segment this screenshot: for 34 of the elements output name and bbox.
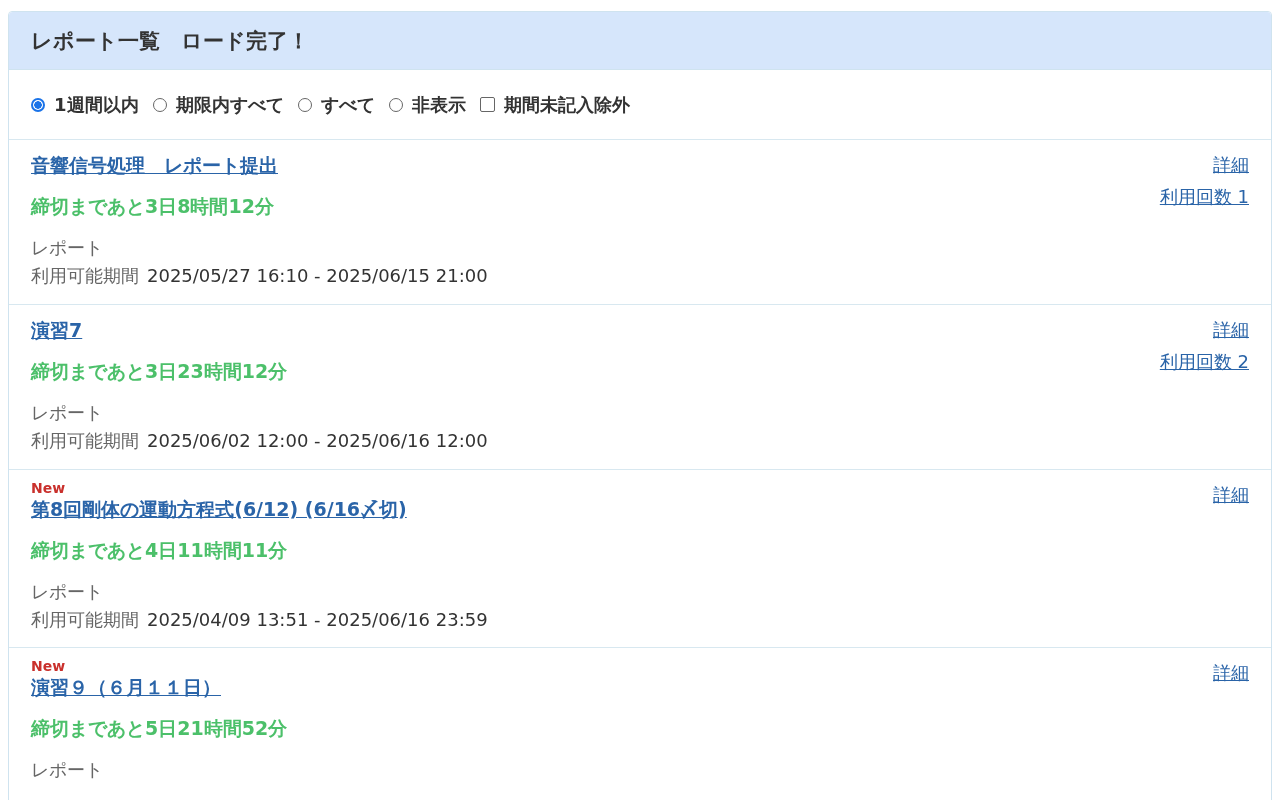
deadline-countdown: 締切まであと3日8時間12分 (31, 194, 274, 218)
filter-label[interactable]: 期間未記入除外 (503, 92, 630, 117)
panel-title: レポート一覧 ロード完了！ (31, 27, 309, 55)
report-type: レポート (31, 758, 103, 782)
detail-link[interactable]: 詳細 (1213, 152, 1249, 178)
deadline-countdown: 締切まであと3日23時間12分 (31, 359, 288, 383)
filter-label[interactable]: 1週間以内 (54, 92, 139, 117)
new-label: New (31, 658, 66, 674)
filter-label[interactable]: すべて (320, 92, 375, 117)
radio-button[interactable] (31, 97, 45, 112)
report-type: レポート (31, 236, 103, 260)
usage-count-link[interactable]: 利用回数 2 (1159, 349, 1249, 375)
report-title-link[interactable]: 第8回剛体の運動方程式(6/12) (6/16〆切) (31, 496, 407, 522)
report-type: レポート (31, 580, 103, 604)
filter-label[interactable]: 非表示 (411, 92, 466, 117)
new-label: New (31, 480, 66, 496)
detail-link[interactable]: 詳細 (1213, 660, 1249, 686)
period-value: 2025/04/09 13:51 - 2025/06/16 23:59 (147, 608, 488, 632)
period-label: 利用可能期間 (31, 429, 139, 453)
deadline-countdown: 締切まであと5日21時間52分 (31, 716, 288, 740)
report-type: レポート (31, 401, 103, 425)
checkbox[interactable] (479, 97, 495, 112)
detail-link[interactable]: 詳細 (1213, 317, 1249, 343)
report-title-link[interactable]: 音響信号処理 レポート提出 (31, 152, 278, 178)
period-value: 2025/06/02 12:00 - 2025/06/16 12:00 (147, 429, 488, 453)
period-value: 2025/05/27 16:10 - 2025/06/15 21:00 (147, 264, 488, 288)
deadline-countdown: 締切まであと4日11時間11分 (31, 538, 288, 562)
usage-count-link[interactable]: 利用回数 1 (1159, 184, 1249, 210)
report-title-link[interactable]: 演習９（６月１１日） (31, 674, 221, 700)
report-title-link[interactable]: 演習7 (31, 317, 83, 343)
period-label: 利用可能期間 (31, 264, 139, 288)
filter-label[interactable]: 期限内すべて (175, 92, 284, 117)
detail-link[interactable]: 詳細 (1213, 482, 1249, 508)
period-label: 利用可能期間 (31, 608, 139, 632)
